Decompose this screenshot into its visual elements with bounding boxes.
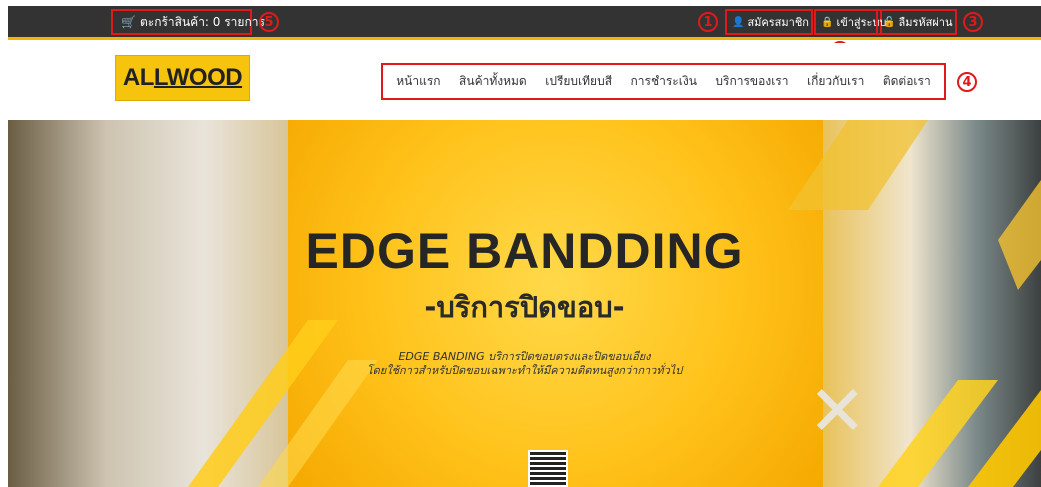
banner-description: EDGE BANDING บริการปิดขอบตรงและปิดขอบเอี… [8, 350, 1041, 378]
user-icon: 👤 [732, 16, 745, 28]
register-button[interactable]: 👤 สมัครสมาชิก [725, 9, 813, 35]
register-label: สมัครสมาชิก [747, 16, 809, 29]
decorative-x-mark: ✕ [808, 370, 867, 452]
qr-code-icon [528, 450, 568, 487]
banner-desc-line2: โดยใช้กาวสำหรับปิดขอบเฉพาะทำให้มีความติด… [366, 364, 683, 377]
banner-desc-line1: EDGE BANDING บริการปิดขอบตรงและปิดขอบเอี… [398, 350, 651, 363]
banner-subtitle: -บริการปิดขอบ- [424, 290, 625, 324]
annotation-3: 3 [963, 12, 983, 32]
annotation-1: 1 [698, 12, 718, 32]
logo-part1: AL [122, 64, 155, 91]
main-nav: หน้าแรก สินค้าทั้งหมด เปรียบเทียบสี การช… [381, 63, 946, 100]
nav-item-products[interactable]: สินค้าทั้งหมด [459, 72, 527, 91]
forgot-label: ลืมรหัสผ่าน [898, 16, 953, 29]
nav-item-home[interactable]: หน้าแรก [396, 72, 440, 91]
lock-icon: 🔒 [821, 16, 834, 28]
nav-item-services[interactable]: บริการของเรา [715, 72, 788, 91]
top-bar: 🛒 ตะกร้าสินค้า: 0 รายการ 5 1 👤 สมัครสมาช… [8, 6, 1041, 40]
cart-icon: 🛒 [121, 15, 136, 29]
allwood-logo[interactable]: AL LWOOD [115, 55, 250, 101]
login-button[interactable]: 🔒 เข้าสู่ระบบ [814, 9, 886, 35]
logo-part2: LWOOD [153, 64, 243, 91]
nav-item-payment[interactable]: การชำระเงิน [631, 72, 697, 91]
forgot-password-button[interactable]: 🔓 ลืมรหัสผ่าน [876, 9, 957, 35]
cart-link[interactable]: 🛒 ตะกร้าสินค้า: 0 รายการ [111, 9, 265, 35]
annotation-5: 5 [259, 12, 279, 32]
nav-item-about[interactable]: เกี่ยวกับเรา [807, 72, 864, 91]
banner-title: EDGE BANDDING [305, 223, 744, 279]
nav-item-compare-colors[interactable]: เปรียบเทียบสี [545, 72, 612, 91]
hero-banner[interactable]: ✕ EDGE BANDDING -บริการปิดขอบ- EDGE BAND… [8, 120, 1041, 487]
cart-label: ตะกร้าสินค้า: 0 รายการ [139, 14, 265, 29]
site-header: AL LWOOD หน้าแรก สินค้าทั้งหมด เปรียบเทีย… [0, 43, 1041, 115]
annotation-4: 4 [957, 72, 977, 92]
unlock-icon: 🔓 [883, 16, 896, 28]
nav-item-contact[interactable]: ติดต่อเรา [883, 72, 931, 91]
